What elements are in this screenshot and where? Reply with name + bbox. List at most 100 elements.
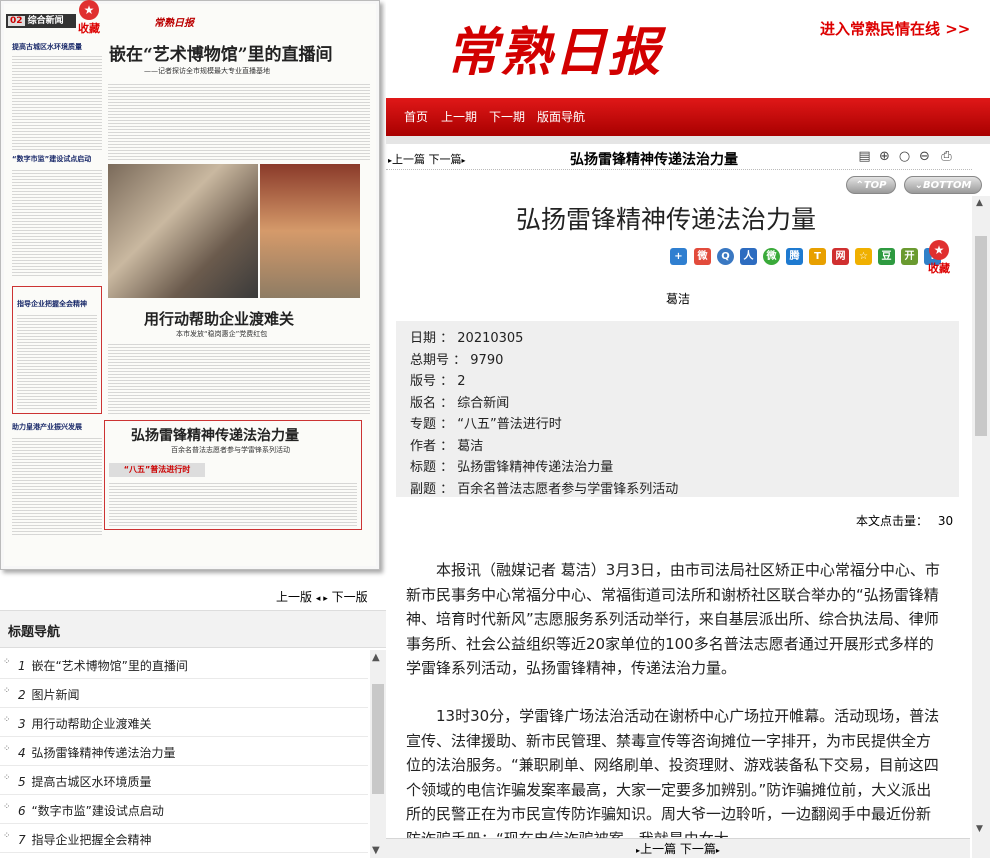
- zoom-out-icon[interactable]: ⊖: [916, 148, 933, 166]
- share-green-icon[interactable]: 开: [901, 248, 918, 265]
- menu-prev-issue[interactable]: 上一期: [441, 108, 477, 125]
- title-nav-link[interactable]: 7 指导企业把握全会精神: [18, 831, 151, 848]
- scroll-down-icon[interactable]: ▼: [976, 824, 983, 834]
- newspaper-page[interactable]: 02 综合新闻 常熟日报 嵌在“艺术博物馆”里的直播间 ——记者探访全市规模最大…: [4, 4, 376, 566]
- title-nav-item[interactable]: ⁘ 6 “数字市监”建设试点启动: [0, 795, 368, 824]
- meta-label: 日期: [410, 331, 437, 346]
- meta-colon: ：: [436, 395, 458, 411]
- meta-label: 版名: [410, 395, 437, 411]
- print-icon[interactable]: ⎙: [938, 148, 955, 166]
- title-nav-link[interactable]: 3 用行动帮助企业渡难关: [18, 715, 151, 732]
- highlighted-article-area[interactable]: 弘扬雷锋精神传递法治力量 百余名普法志愿者参与学雷锋系列活动 “八五”普法进行时: [104, 420, 362, 530]
- meta-row: 作者 ： 葛洁: [410, 435, 483, 454]
- article-prevnext: ▸上一篇 下一篇▸: [388, 151, 466, 167]
- page-headline-3[interactable]: 弘扬雷锋精神传递法治力量: [131, 425, 299, 445]
- top-button-label: TOP: [863, 180, 887, 191]
- scroll-thumb[interactable]: [372, 684, 384, 794]
- title-nav-item[interactable]: ⁘ 3 用行动帮助企业渡难关: [0, 708, 368, 737]
- news-photo[interactable]: [108, 164, 258, 298]
- prev-article-link[interactable]: 上一篇: [392, 153, 425, 166]
- share-orange-icon[interactable]: T: [809, 248, 826, 265]
- minqing-online-link[interactable]: 进入常熟民情在线 >>: [820, 18, 970, 39]
- news-photo[interactable]: [260, 164, 360, 298]
- share-star-icon[interactable]: ☆: [855, 248, 872, 265]
- next-article-link[interactable]: 下一篇: [429, 153, 462, 166]
- favorite-button[interactable]: ★ 收藏: [924, 240, 954, 276]
- menu-next-issue[interactable]: 下一期: [489, 108, 525, 125]
- hit-count-label: 本文点击量：: [856, 514, 929, 528]
- meta-colon: ：: [449, 352, 471, 368]
- page-tag: 02 综合新闻: [6, 14, 76, 28]
- scroll-down-icon[interactable]: ▼: [372, 845, 380, 856]
- bullet-icon: ⁘: [3, 715, 11, 725]
- meta-colon: ：: [436, 438, 458, 454]
- bottom-next-article-link[interactable]: 下一篇: [680, 842, 716, 856]
- bullet-icon: ⁘: [3, 686, 11, 696]
- notepad-icon[interactable]: ▤: [856, 148, 873, 166]
- page-headline-2[interactable]: 用行动帮助企业渡难关: [144, 308, 294, 329]
- scroll-up-icon[interactable]: ▲: [372, 652, 380, 663]
- title-nav-item[interactable]: ⁘ 4 弘扬雷锋精神传递法治力量: [0, 737, 368, 766]
- zoom-in-icon[interactable]: ⊕: [876, 148, 893, 166]
- zoom-reset-icon[interactable]: ○: [896, 148, 913, 166]
- title-nav-label: 弘扬雷锋精神传递法治力量: [31, 746, 176, 760]
- next-page-link[interactable]: 下一版: [332, 590, 368, 604]
- meta-row: 专题 ： “八五”普法进行时: [410, 413, 562, 432]
- qzone-icon[interactable]: Q: [717, 248, 734, 265]
- page-headline-1[interactable]: 嵌在“艺术博物馆”里的直播间: [109, 40, 333, 65]
- title-nav-link[interactable]: 2 图片新闻: [18, 686, 79, 703]
- title-nav-link[interactable]: 4 弘扬雷锋精神传递法治力量: [18, 744, 175, 761]
- page-sidehead-4[interactable]: 助力皇港产业振兴发展: [12, 422, 82, 432]
- title-nav-link[interactable]: 5 提高古城区水环境质量: [18, 773, 151, 790]
- title-nav-link[interactable]: 1 嵌在“艺术博物馆”里的直播间: [18, 657, 188, 674]
- meta-value: 葛洁: [457, 438, 484, 454]
- menu-home[interactable]: 首页: [404, 108, 428, 125]
- page-section-name: 综合新闻: [27, 16, 64, 26]
- article-paragraph: 本报讯（融媒记者 葛洁）3月3日，由市司法局社区矫正中心常福分中心、市新市民事务…: [406, 561, 940, 677]
- page-sidehead-2[interactable]: “数字市监”建设试点启动: [12, 154, 91, 164]
- hit-count: 本文点击量： 30: [856, 512, 953, 529]
- tencent-weibo-icon[interactable]: 腾: [786, 248, 803, 265]
- top-button[interactable]: ⌃TOP: [846, 176, 896, 194]
- text-column: [12, 436, 102, 536]
- prev-page-link[interactable]: 上一版: [276, 590, 312, 604]
- douban-icon[interactable]: 豆: [878, 248, 895, 265]
- renren-icon[interactable]: 人: [740, 248, 757, 265]
- share-red-icon[interactable]: 网: [832, 248, 849, 265]
- article-meta-box: 日期 ： 20210305 总期号 ： 9790 版号 ： 2 版名 ： 综合新闻 专题…: [396, 321, 959, 497]
- bottom-button[interactable]: ⌄BOTTOM: [904, 176, 982, 194]
- title-nav-number: 6: [18, 804, 26, 818]
- newspaper-page-thumbnail[interactable]: 02 综合新闻 常熟日报 嵌在“艺术博物馆”里的直播间 ——记者探访全市规模最大…: [0, 0, 380, 570]
- newspaper-logo[interactable]: 常熟日报: [446, 10, 662, 85]
- title-nav-item[interactable]: ⁘ 5 提高古城区水环境质量: [0, 766, 368, 795]
- scroll-up-icon[interactable]: ▲: [976, 198, 983, 208]
- title-nav-label: 指导企业把握全会精神: [31, 833, 152, 847]
- wechat-icon[interactable]: 微: [763, 248, 780, 265]
- meta-colon: ：: [436, 417, 458, 432]
- page-sidehead-3[interactable]: 指导企业把握全会精神: [17, 299, 87, 309]
- pager-arrows-icon: ◂ ▸: [315, 594, 328, 604]
- share-plus-icon[interactable]: +: [670, 248, 687, 265]
- page-sidehead-1[interactable]: 提高古城区水环境质量: [12, 42, 82, 52]
- topic-badge: “八五”普法进行时: [109, 463, 205, 477]
- page-subhead-3: 百余名普法志愿者参与学雷锋系列活动: [171, 446, 290, 454]
- title-nav-label: 嵌在“艺术博物馆”里的直播间: [31, 659, 188, 673]
- menu-page-nav[interactable]: 版面导航: [537, 108, 585, 125]
- masthead: 常熟日报 进入常熟民情在线 >>: [386, 0, 990, 98]
- title-nav-link[interactable]: 6 “数字市监”建设试点启动: [18, 802, 164, 819]
- title-nav-label: “数字市监”建设试点启动: [31, 804, 164, 818]
- title-nav-scrollbar[interactable]: ▲ ▼: [370, 650, 386, 858]
- text-column: [108, 82, 370, 162]
- paper-mini-logo: 常熟日报: [154, 18, 194, 29]
- text-column: [12, 54, 102, 150]
- favorite-button-left[interactable]: ★ 收藏: [74, 0, 104, 36]
- weibo-icon[interactable]: 微: [694, 248, 711, 265]
- title-nav-item[interactable]: ⁘ 2 图片新闻: [0, 679, 368, 708]
- meta-label: 作者: [410, 438, 437, 454]
- title-nav-item[interactable]: ⁘ 1 嵌在“艺术博物馆”里的直播间: [0, 650, 368, 679]
- title-nav-item[interactable]: ⁘ 7 指导企业把握全会精神: [0, 824, 368, 853]
- meta-colon: ：: [436, 374, 458, 389]
- scroll-thumb[interactable]: [975, 236, 987, 436]
- bottom-prev-article-link[interactable]: 上一篇: [640, 842, 676, 856]
- article-scrollbar[interactable]: ▲ ▼: [972, 196, 990, 858]
